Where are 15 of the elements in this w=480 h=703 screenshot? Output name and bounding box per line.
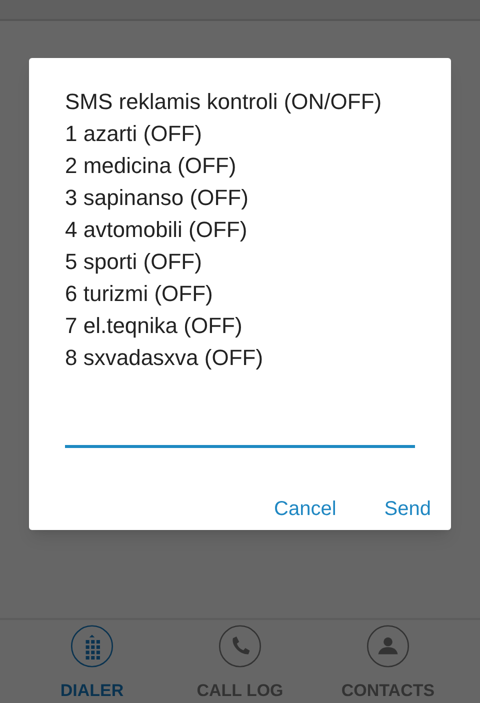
message-line: 1 azarti (OFF): [65, 120, 203, 148]
message-line: 2 medicina (OFF): [65, 152, 238, 180]
person-icon: [364, 625, 412, 668]
dialog-button[interactable]: Send: [370, 488, 445, 530]
message-line: 7 el.teqnika (OFF): [65, 312, 244, 340]
tab[interactable]: DIALER: [42, 625, 142, 703]
message-line: 6 turizmi (OFF): [65, 280, 214, 308]
phone-icon: [216, 625, 264, 668]
message-line: SMS reklamis kontroli (ON/OFF): [65, 88, 383, 116]
message-line: 4 avtomobili (OFF): [65, 216, 248, 244]
message-line: 8 sxvadasxva (OFF): [65, 344, 264, 372]
dialog-button[interactable]: Cancel: [260, 488, 350, 530]
message-line: 3 sapinanso (OFF): [65, 184, 250, 212]
dialpad-icon: [68, 625, 116, 668]
message-line: 5 sporti (OFF): [65, 248, 203, 276]
